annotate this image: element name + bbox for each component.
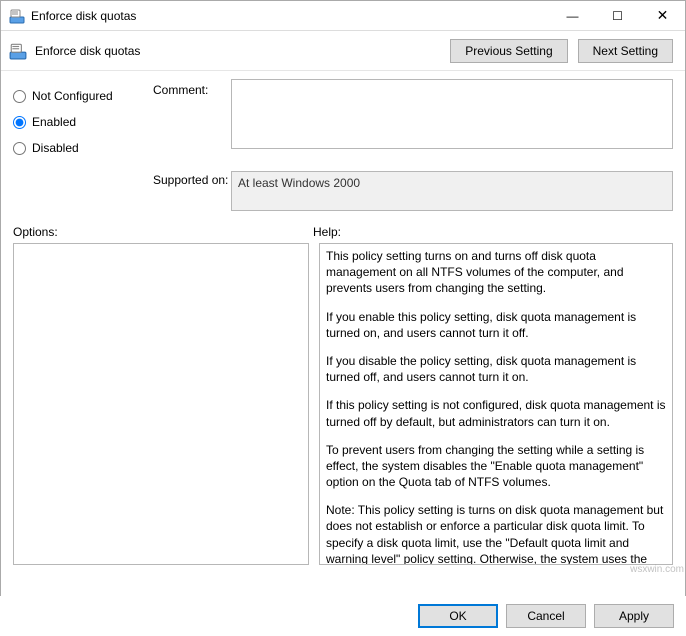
- help-paragraph: This policy setting turns on and turns o…: [326, 248, 666, 297]
- body-area: Not Configured Enabled Disabled Comment:…: [1, 71, 685, 565]
- apply-button[interactable]: Apply: [594, 604, 674, 628]
- state-radio-group: Not Configured Enabled Disabled: [13, 79, 153, 161]
- radio-not-configured-input[interactable]: [13, 90, 26, 103]
- radio-enabled-input[interactable]: [13, 116, 26, 129]
- help-paragraph: If you enable this policy setting, disk …: [326, 309, 666, 341]
- help-paragraph: If this policy setting is not configured…: [326, 397, 666, 429]
- help-pane[interactable]: This policy setting turns on and turns o…: [319, 243, 673, 565]
- window-title: Enforce disk quotas: [31, 9, 550, 23]
- help-paragraph: To prevent users from changing the setti…: [326, 442, 666, 491]
- options-label: Options:: [13, 225, 313, 239]
- help-paragraph: Note: This policy setting is turns on di…: [326, 502, 666, 565]
- supported-on-label: Supported on:: [153, 171, 231, 187]
- header-strip: Enforce disk quotas Previous Setting Nex…: [1, 31, 685, 71]
- radio-disabled-label: Disabled: [32, 141, 79, 155]
- policy-name: Enforce disk quotas: [35, 44, 440, 58]
- footer: OK Cancel Apply: [0, 596, 686, 636]
- maximize-button[interactable]: ☐: [595, 1, 640, 31]
- cancel-button[interactable]: Cancel: [506, 604, 586, 628]
- policy-icon-large: [9, 42, 27, 60]
- supported-on-value: At least Windows 2000: [231, 171, 673, 211]
- watermark-text: wsxwin.com: [630, 564, 684, 575]
- previous-setting-button[interactable]: Previous Setting: [450, 39, 567, 63]
- help-paragraph: If you disable the policy setting, disk …: [326, 353, 666, 385]
- options-pane[interactable]: [13, 243, 309, 565]
- titlebar: Enforce disk quotas — ☐ ✕: [1, 1, 685, 31]
- close-button[interactable]: ✕: [640, 1, 685, 31]
- policy-icon: [9, 8, 25, 24]
- radio-enabled[interactable]: Enabled: [13, 109, 153, 135]
- help-label: Help:: [313, 225, 341, 239]
- radio-not-configured[interactable]: Not Configured: [13, 83, 153, 109]
- maximize-icon: ☐: [612, 9, 623, 23]
- radio-not-configured-label: Not Configured: [32, 89, 113, 103]
- radio-disabled[interactable]: Disabled: [13, 135, 153, 161]
- radio-enabled-label: Enabled: [32, 115, 76, 129]
- next-setting-button[interactable]: Next Setting: [578, 39, 673, 63]
- minimize-button[interactable]: —: [550, 1, 595, 31]
- close-icon: ✕: [657, 7, 669, 24]
- minimize-icon: —: [567, 9, 579, 23]
- comment-input[interactable]: [231, 79, 673, 149]
- radio-disabled-input[interactable]: [13, 142, 26, 155]
- comment-label: Comment:: [153, 79, 231, 97]
- ok-button[interactable]: OK: [418, 604, 498, 628]
